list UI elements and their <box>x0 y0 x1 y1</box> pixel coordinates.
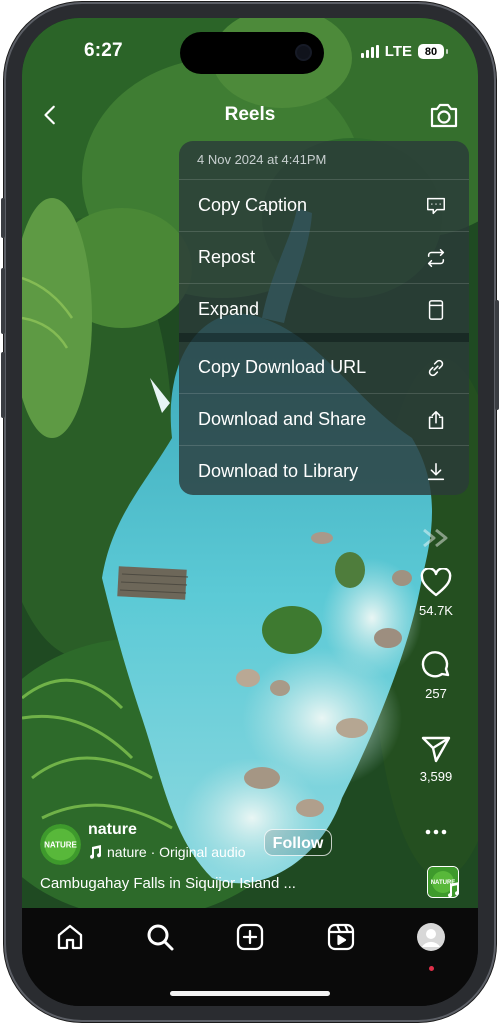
search-icon[interactable] <box>145 922 175 952</box>
menu-item-download-to-library[interactable]: Download to Library <box>179 446 469 495</box>
status-indicators: LTE 80 <box>360 43 448 60</box>
menu-group-primary: 4 Nov 2024 at 4:41PM Copy Caption Repost… <box>179 141 469 333</box>
menu-item-label: Copy Download URL <box>198 357 367 377</box>
reel-caption[interactable]: Cambugahay Falls in Siquijor Island ... <box>40 875 296 892</box>
expand-icon <box>428 300 444 320</box>
menu-item-copy-caption[interactable]: Copy Caption <box>179 180 469 232</box>
menu-item-label: Download and Share <box>198 409 367 429</box>
like-count: 54.7K <box>419 603 453 618</box>
avatar-logo-text: NATURE <box>44 841 77 850</box>
status-bar: 6:27 LTE 80 <box>22 18 478 78</box>
home-icon[interactable] <box>55 922 85 952</box>
camera-icon[interactable] <box>428 100 460 130</box>
menu-item-label: Repost <box>198 247 256 267</box>
share-action[interactable]: 3,599 <box>394 734 478 784</box>
send-icon <box>421 736 451 763</box>
page-title: Reels <box>224 104 276 125</box>
menu-date: 4 Nov 2024 at 4:41PM <box>179 141 469 180</box>
reels-header: Reels <box>22 96 478 136</box>
share-icon <box>428 410 444 430</box>
comment-action[interactable]: 257 <box>394 649 478 701</box>
network-type: LTE <box>384 43 412 60</box>
battery-icon: 80 <box>418 44 448 59</box>
comment-icon <box>421 651 450 678</box>
username[interactable]: nature <box>88 821 137 839</box>
more-options-icon[interactable] <box>394 826 478 838</box>
home-indicator[interactable] <box>170 991 330 996</box>
context-menu: 4 Nov 2024 at 4:41PM Copy Caption Repost… <box>179 141 469 495</box>
menu-divider <box>179 333 469 342</box>
reels-icon[interactable] <box>326 922 356 952</box>
menu-item-label: Expand <box>198 299 260 319</box>
status-time: 6:27 <box>84 40 123 61</box>
comment-count: 257 <box>425 686 447 701</box>
heart-icon <box>420 568 452 597</box>
music-note-icon <box>90 845 102 859</box>
menu-item-download-and-share[interactable]: Download and Share <box>179 394 469 446</box>
dynamic-island <box>180 32 324 74</box>
menu-item-expand[interactable]: Expand <box>179 284 469 335</box>
create-icon[interactable] <box>235 922 265 952</box>
avatar[interactable]: NATURE <box>40 824 81 865</box>
like-action[interactable]: 54.7K <box>394 568 478 618</box>
front-camera <box>297 46 310 59</box>
menu-item-label: Download to Library <box>198 461 359 481</box>
music-note-icon <box>448 882 460 898</box>
caption-bubble-icon <box>427 197 445 215</box>
volume-down-button <box>1 352 5 418</box>
menu-item-repost[interactable]: Repost <box>179 232 469 284</box>
audio-info[interactable]: nature · Original audio <box>88 844 246 860</box>
notification-dot <box>429 966 434 971</box>
follow-button[interactable]: Follow <box>264 829 332 856</box>
repost-icon <box>427 248 445 268</box>
phone-screen: 6:27 LTE 80 Reels 4 Nov 2024 at 4:41PM C… <box>22 18 478 1006</box>
power-button <box>495 300 499 410</box>
battery-level: 80 <box>424 45 438 58</box>
menu-item-label: Copy Caption <box>198 195 308 215</box>
action-button <box>1 198 5 238</box>
share-count: 3,599 <box>419 769 453 784</box>
menu-group-download: Copy Download URL Download and Share Dow… <box>179 342 469 495</box>
profile-icon[interactable] <box>416 922 446 952</box>
volume-up-button <box>1 268 5 334</box>
fast-forward-icon[interactable] <box>394 526 478 550</box>
download-icon <box>427 462 445 481</box>
audio-label: nature · Original audio <box>107 844 246 860</box>
signal-icon <box>360 45 379 58</box>
link-icon <box>428 359 444 377</box>
menu-item-copy-download-url[interactable]: Copy Download URL <box>179 342 469 394</box>
